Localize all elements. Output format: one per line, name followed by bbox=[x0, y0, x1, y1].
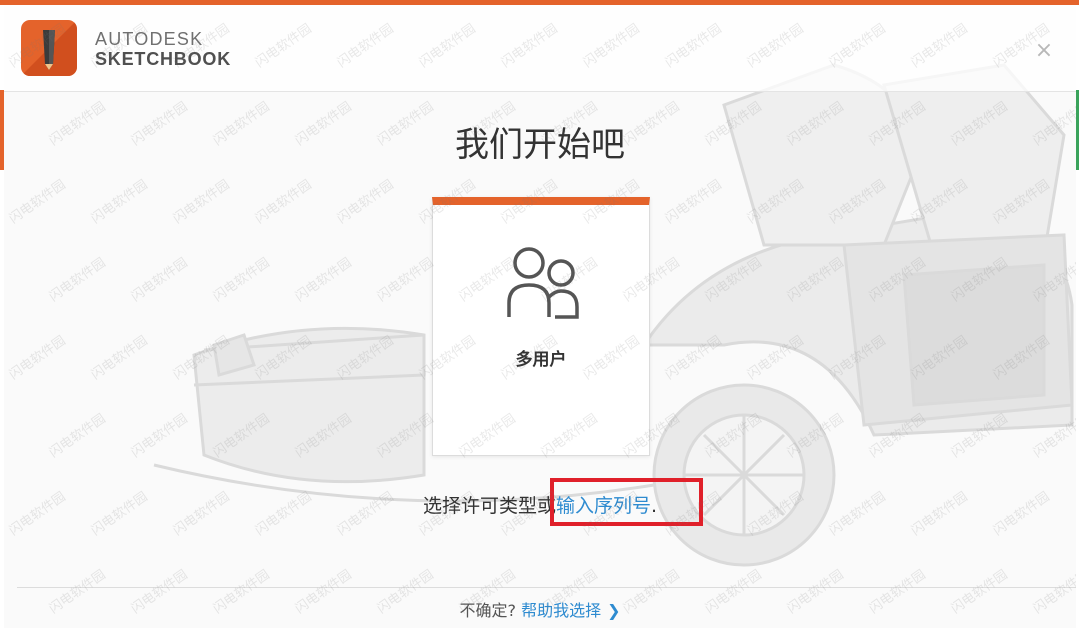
sketchbook-logo-icon bbox=[21, 20, 77, 76]
dialog-header: AUTODESK SKETCHBOOK × bbox=[4, 5, 1076, 92]
license-prompt-text: 选择许可类型或 bbox=[422, 495, 556, 517]
page-title: 我们开始吧 bbox=[455, 125, 625, 165]
enter-serial-link[interactable]: 输入序列号 bbox=[556, 495, 651, 517]
license-dialog: AUTODESK SKETCHBOOK × 我们开始吧 多用户 选择许可类型或输… bbox=[4, 5, 1076, 628]
help-me-choose-link[interactable]: 帮助我选择 bbox=[521, 601, 601, 620]
footer-divider bbox=[17, 587, 1076, 588]
brand-sketchbook: SKETCHBOOK bbox=[95, 49, 232, 69]
multi-user-icon bbox=[503, 245, 583, 321]
license-prompt-suffix: . bbox=[650, 495, 658, 517]
license-prompt: 选择许可类型或输入序列号. bbox=[4, 491, 1076, 518]
card-label: 多用户 bbox=[515, 350, 567, 370]
footer: 不确定? 帮助我选择 ❯ bbox=[4, 597, 1076, 621]
chevron-right-icon[interactable]: ❯ bbox=[607, 601, 620, 620]
close-icon[interactable]: × bbox=[1034, 40, 1054, 62]
brand-autodesk: AUTODESK bbox=[95, 29, 204, 49]
footer-question: 不确定? bbox=[459, 601, 516, 620]
multi-user-license-card[interactable]: 多用户 bbox=[432, 197, 650, 456]
